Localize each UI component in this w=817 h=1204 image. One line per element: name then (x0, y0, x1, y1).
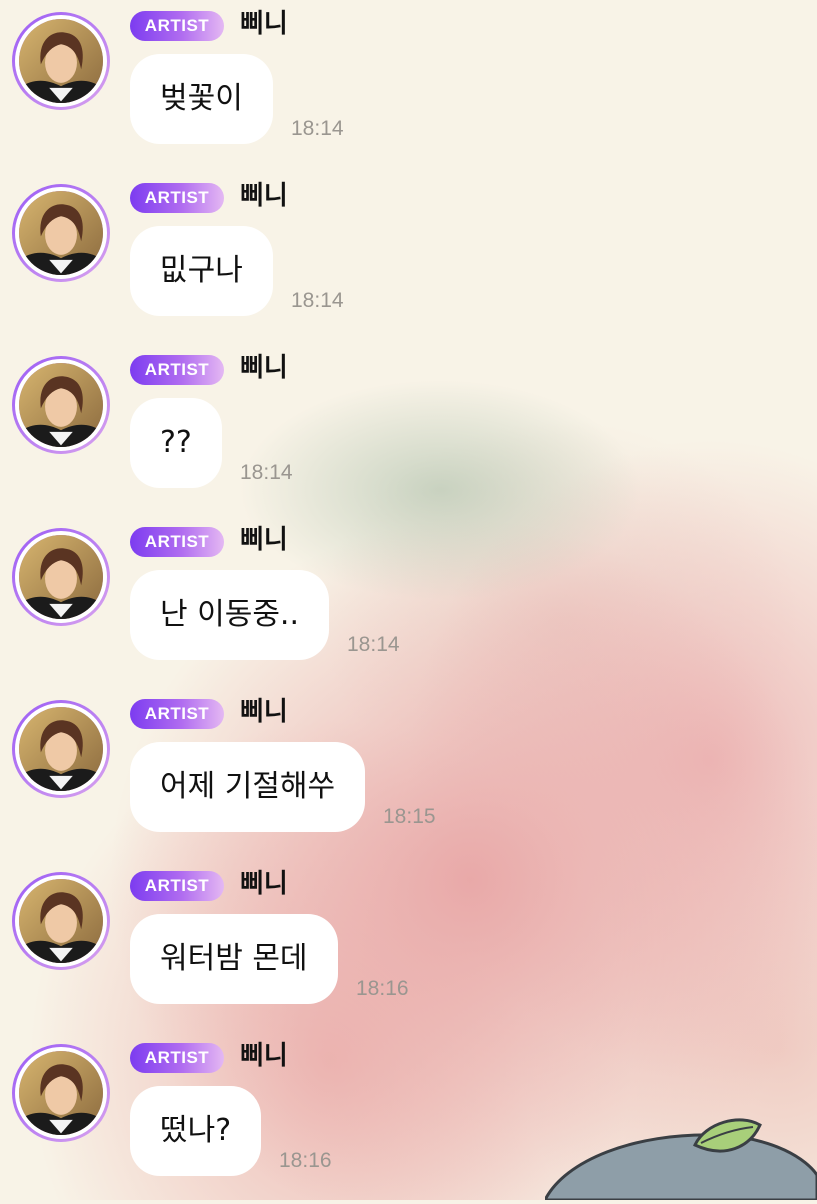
avatar[interactable] (12, 700, 110, 798)
message-bubble[interactable]: 난 이동중.. (130, 570, 330, 660)
chat-message: ARTIST 삐니워터밤 몬데 18:16 (0, 860, 817, 1032)
sender-name: 삐니 (240, 525, 288, 555)
artist-badge: ARTIST (130, 871, 224, 901)
avatar-photo-icon (15, 531, 107, 623)
message-timestamp: 18:16 (279, 1149, 332, 1172)
avatar[interactable] (12, 528, 110, 626)
message-timestamp: 18:14 (291, 117, 344, 140)
sender-name: 삐니 (240, 697, 288, 727)
avatar-photo-icon (15, 187, 107, 279)
sender-name: 삐니 (240, 1041, 288, 1071)
chat-message: ARTIST 삐니밊구나 18:14 (0, 172, 817, 344)
sender-name: 삐니 (240, 353, 288, 383)
artist-badge: ARTIST (130, 11, 224, 41)
message-timestamp: 18:14 (240, 461, 293, 484)
message-timestamp: 18:14 (291, 289, 344, 312)
chat-message: ARTIST 삐니?? 18:14 (0, 344, 817, 516)
chat-message: ARTIST 삐니벚꽃이 18:14 (0, 0, 817, 172)
message-bubble[interactable]: 밊구나 (130, 226, 273, 316)
artist-badge: ARTIST (130, 699, 224, 729)
sender-name: 삐니 (240, 9, 288, 39)
message-bubble[interactable]: 벚꽃이 (130, 54, 273, 144)
message-bubble[interactable]: 워터밤 몬데 (130, 914, 338, 1004)
avatar-photo-icon (15, 359, 107, 451)
avatar[interactable] (12, 1044, 110, 1142)
avatar[interactable] (12, 356, 110, 454)
avatar[interactable] (12, 12, 110, 110)
message-timestamp: 18:16 (356, 977, 409, 1000)
artist-badge: ARTIST (130, 527, 224, 557)
chat-message: ARTIST 삐니떴나? 18:16 (0, 1032, 817, 1204)
avatar-photo-icon (15, 703, 107, 795)
message-bubble[interactable]: 어제 기절해쑤 (130, 742, 366, 832)
message-bubble[interactable]: ?? (130, 398, 222, 488)
sender-name: 삐니 (240, 869, 288, 899)
message-timestamp: 18:14 (347, 633, 400, 656)
message-timestamp: 18:15 (383, 805, 436, 828)
avatar-photo-icon (15, 875, 107, 967)
avatar-photo-icon (15, 15, 107, 107)
message-bubble[interactable]: 떴나? (130, 1086, 262, 1176)
artist-badge: ARTIST (130, 355, 224, 385)
avatar[interactable] (12, 184, 110, 282)
avatar[interactable] (12, 872, 110, 970)
chat-message: ARTIST 삐니난 이동중.. 18:14 (0, 516, 817, 688)
chat-message: ARTIST 삐니어제 기절해쑤 18:15 (0, 688, 817, 860)
artist-badge: ARTIST (130, 1043, 224, 1073)
avatar-photo-icon (15, 1047, 107, 1139)
sender-name: 삐니 (240, 181, 288, 211)
artist-badge: ARTIST (130, 183, 224, 213)
